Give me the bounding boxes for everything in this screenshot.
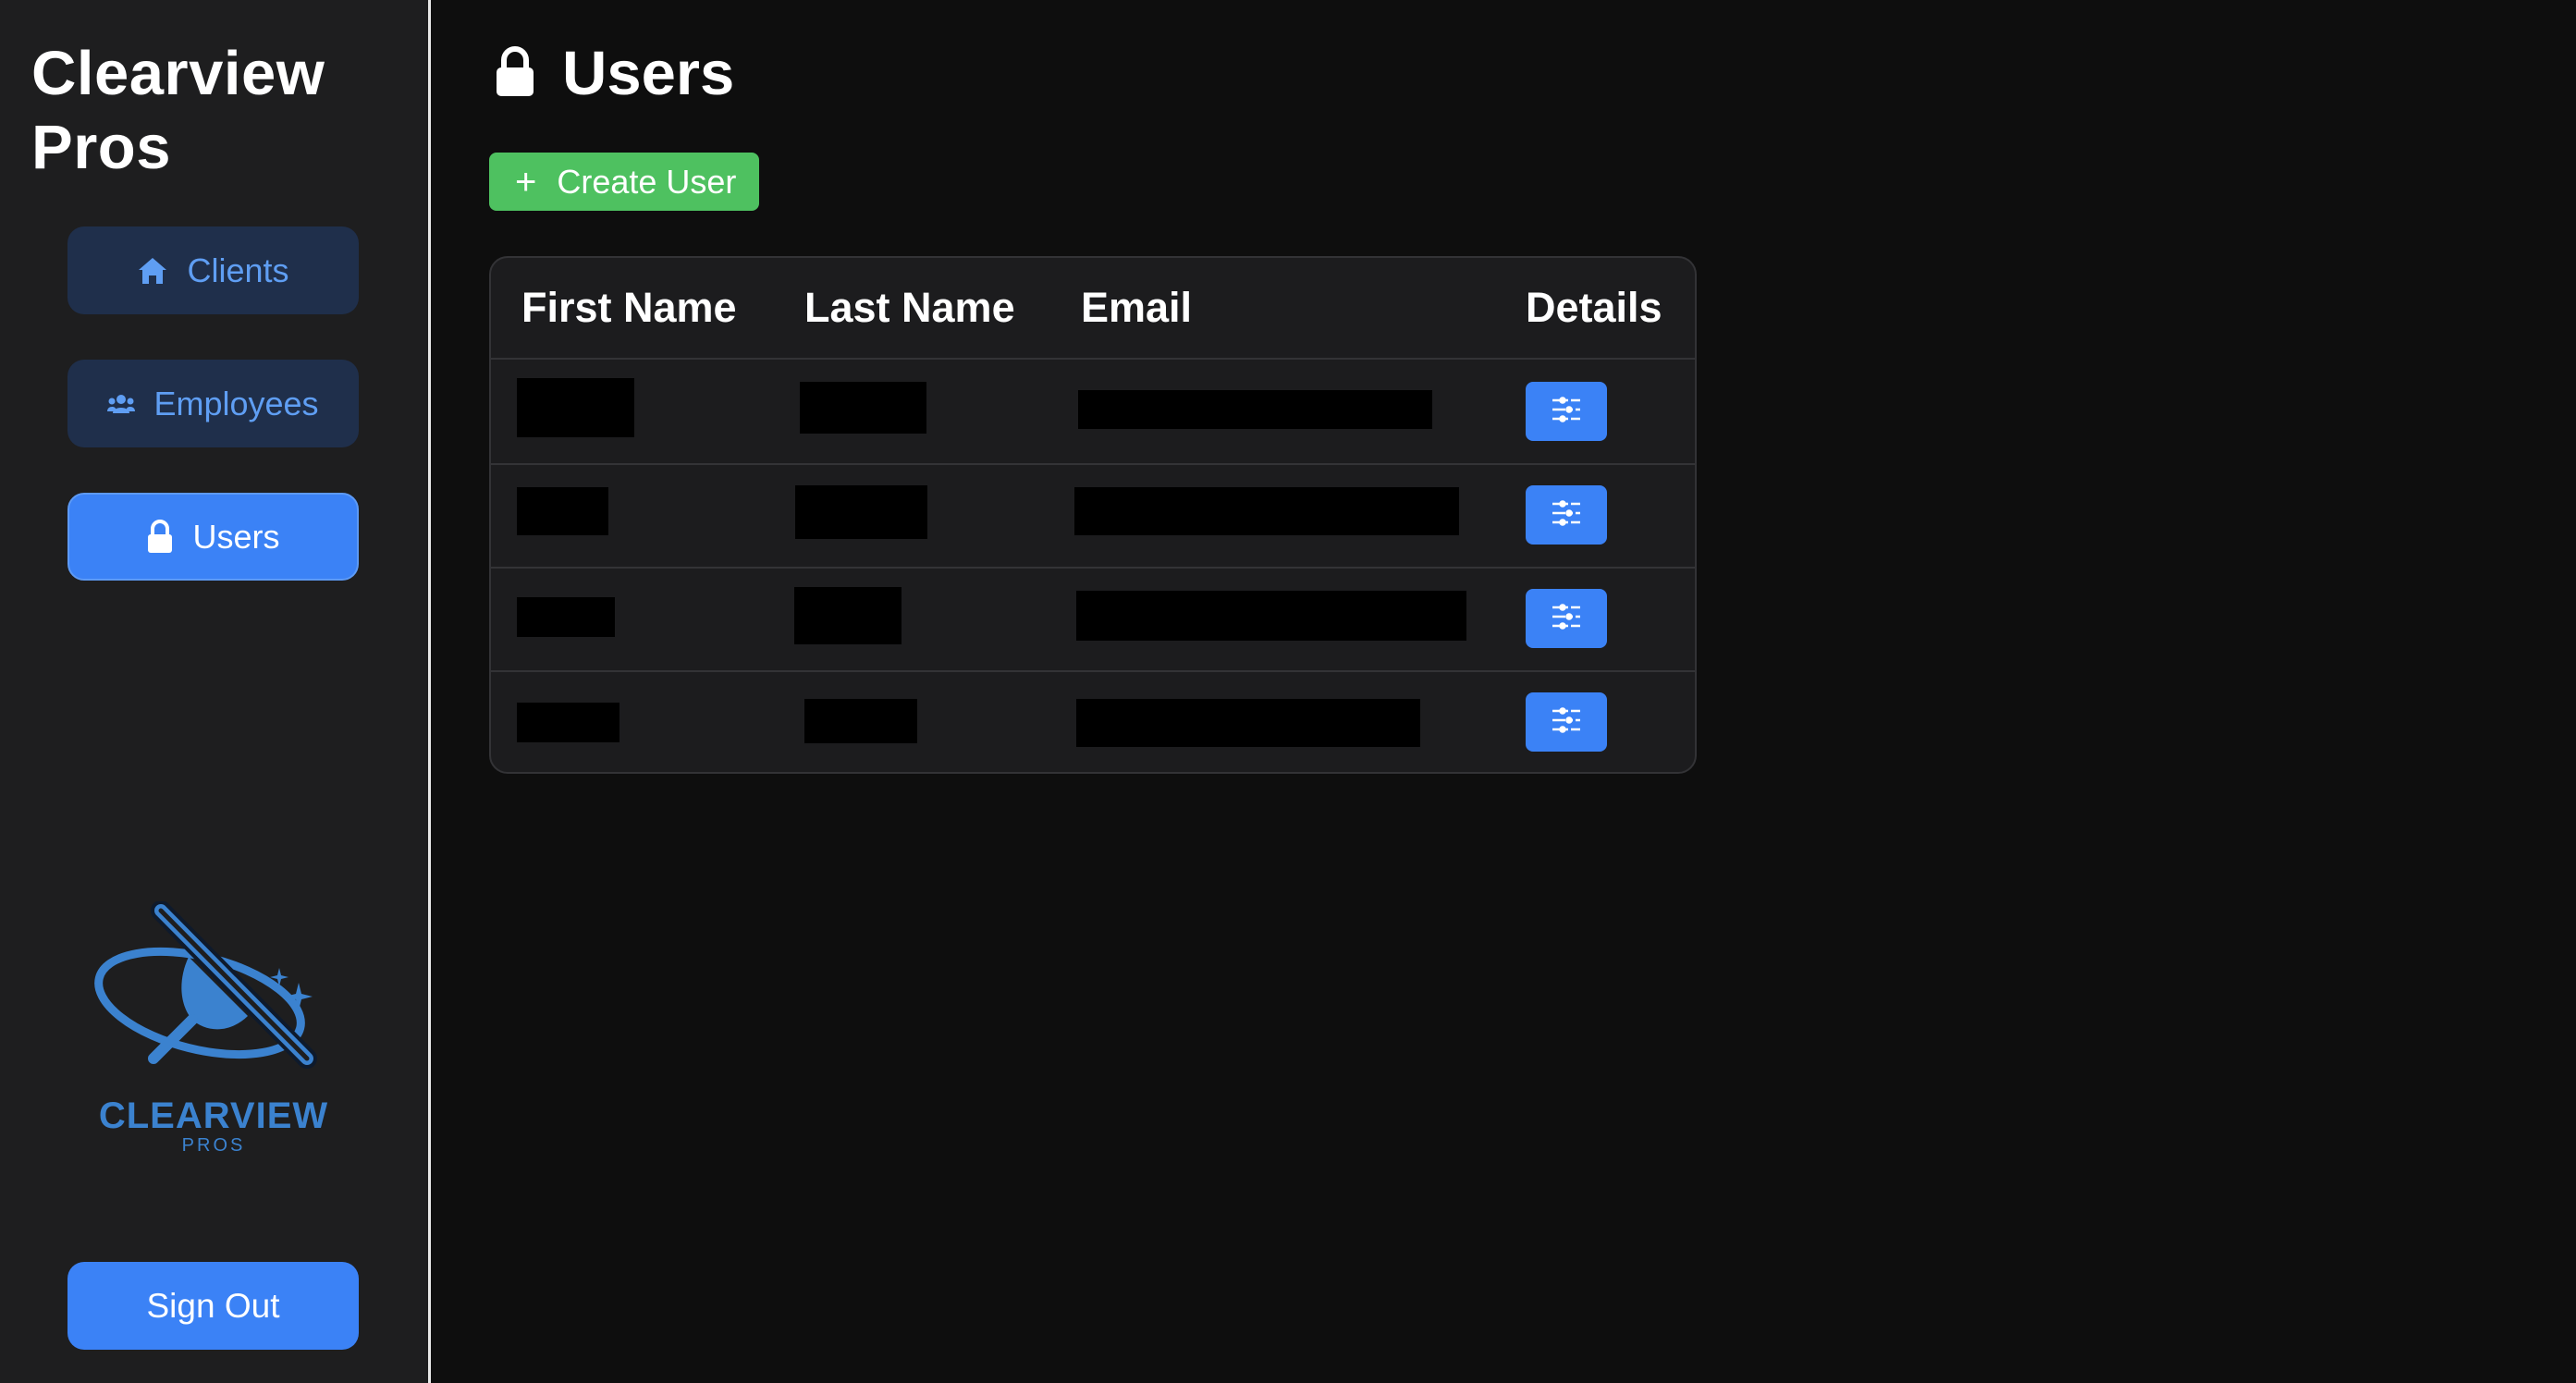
table-row — [491, 670, 1695, 772]
redacted-email — [1076, 699, 1420, 747]
sliders-icon — [1551, 396, 1582, 428]
page-title: Users — [562, 39, 735, 108]
squeegee-logo-icon — [94, 900, 317, 1069]
sliders-icon — [1551, 706, 1582, 739]
users-group-icon — [107, 393, 136, 415]
details-button[interactable] — [1526, 692, 1607, 752]
table-row — [491, 463, 1695, 569]
details-button[interactable] — [1526, 382, 1607, 441]
redacted-last-name — [804, 699, 917, 743]
home-icon — [137, 256, 168, 286]
column-header-email: Email — [1081, 284, 1193, 331]
redacted-first-name — [517, 378, 634, 437]
sidebar-item-label: Users — [192, 517, 280, 556]
create-user-button[interactable]: + Create User — [489, 153, 759, 211]
redacted-last-name — [800, 382, 926, 434]
details-button[interactable] — [1526, 485, 1607, 545]
redacted-last-name — [795, 485, 927, 539]
sidebar-item-employees[interactable]: Employees — [67, 360, 359, 447]
brand-name-line1: Clearview — [31, 39, 325, 108]
lock-icon — [494, 45, 536, 104]
sidebar-item-clients[interactable]: Clients — [67, 226, 359, 314]
column-header-details: Details — [1526, 284, 1662, 331]
page-header: Users — [494, 37, 734, 111]
redacted-first-name — [517, 597, 615, 637]
sliders-icon — [1551, 499, 1582, 532]
table-header: First Name Last Name Email Details — [491, 258, 1695, 360]
brand-name-line2: Pros — [31, 113, 171, 182]
sidebar-item-label: Employees — [153, 384, 319, 422]
sidebar-item-users[interactable]: Users — [67, 493, 359, 581]
redacted-email — [1078, 390, 1432, 429]
company-logo: CLEARVIEW PROS — [89, 900, 338, 1156]
table-row — [491, 360, 1695, 465]
sidebar: Clearview Pros Clients Employees Users C… — [0, 0, 431, 1383]
brand-name: Clearview Pros — [31, 37, 325, 185]
details-button[interactable] — [1526, 589, 1607, 648]
users-table: First Name Last Name Email Details — [489, 256, 1697, 774]
redacted-email — [1076, 591, 1466, 641]
table-row — [491, 567, 1695, 672]
sign-out-button[interactable]: Sign Out — [67, 1262, 359, 1350]
redacted-email — [1074, 487, 1459, 535]
sidebar-item-label: Clients — [187, 251, 289, 289]
redacted-first-name — [517, 703, 619, 742]
create-user-label: Create User — [557, 162, 737, 201]
lock-icon — [146, 519, 174, 555]
redacted-first-name — [517, 487, 608, 535]
redacted-last-name — [794, 587, 902, 644]
plus-icon: + — [515, 161, 537, 202]
column-header-first-name: First Name — [521, 284, 737, 331]
column-header-last-name: Last Name — [804, 284, 1015, 331]
logo-wordmark: CLEARVIEW — [98, 1095, 329, 1136]
logo-subtitle: PROS — [181, 1135, 246, 1156]
sliders-icon — [1551, 603, 1582, 635]
